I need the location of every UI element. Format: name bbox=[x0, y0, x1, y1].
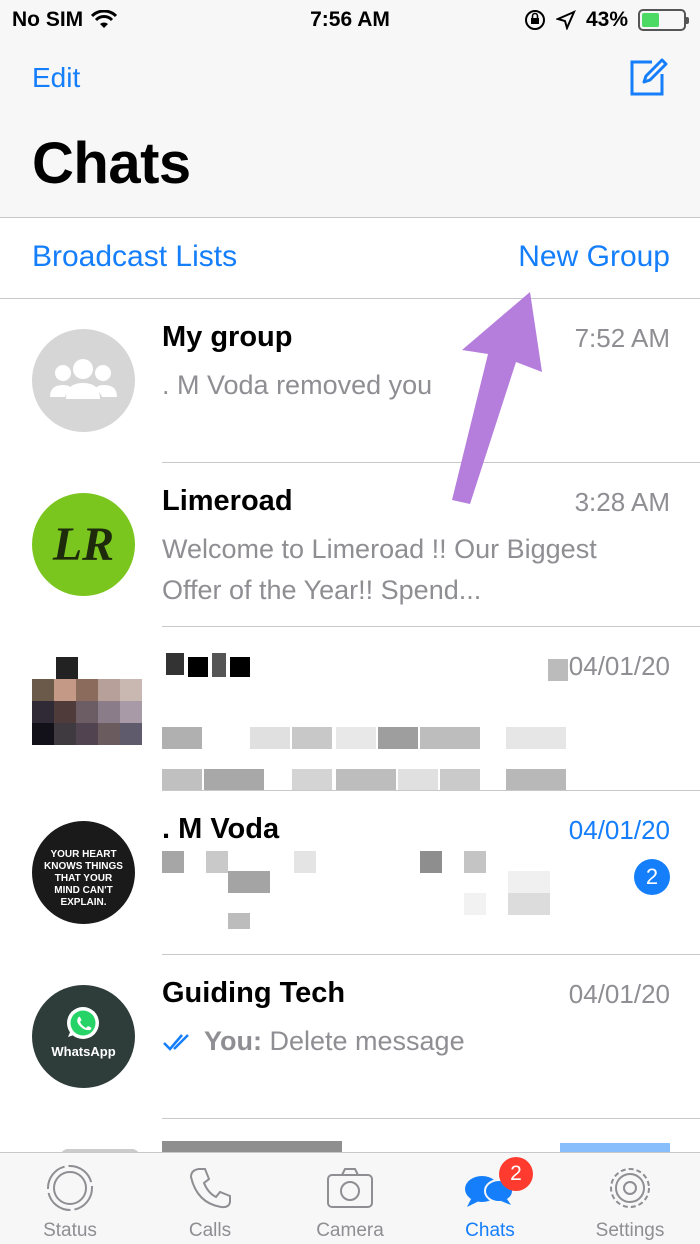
group-icon bbox=[50, 359, 117, 399]
limeroad-logo: LR bbox=[52, 518, 115, 571]
status-right: 43% bbox=[524, 8, 689, 32]
chat-time: 04/01/20 bbox=[568, 979, 670, 1009]
blurred-time-prefix bbox=[548, 659, 568, 681]
phone-icon bbox=[189, 1168, 231, 1209]
tab-label: Status bbox=[43, 1220, 97, 1241]
tab-camera[interactable]: Camera bbox=[280, 1153, 420, 1244]
battery-percent: 43% bbox=[585, 8, 628, 31]
blurred-preview bbox=[162, 727, 582, 797]
compose-icon[interactable] bbox=[626, 56, 670, 100]
whatsapp-avatar: WhatsApp bbox=[32, 985, 135, 1088]
chat-name: . M Voda bbox=[162, 813, 280, 845]
chat-preview: You: Delete message bbox=[162, 1021, 622, 1062]
gear-icon bbox=[610, 1168, 650, 1208]
whatsapp-label: WhatsApp bbox=[51, 1044, 116, 1059]
broadcast-lists-link[interactable]: Broadcast Lists bbox=[32, 240, 237, 274]
chat-row-limeroad[interactable]: LR Limeroad 3:28 AM Welcome to Limeroad … bbox=[0, 463, 700, 627]
chat-row-blurred[interactable]: 04/01/20 bbox=[0, 627, 700, 791]
annotation-arrow bbox=[452, 292, 542, 504]
new-group-link[interactable]: New Group bbox=[518, 240, 670, 274]
partial-chat-row bbox=[0, 1127, 700, 1153]
quote-text: YOUR HEART KNOWS THINGS THAT YOUR MIND C… bbox=[44, 849, 123, 908]
chat-list: My group 7:52 AM . M Voda removed you LR… bbox=[0, 299, 700, 1119]
unread-badge: 2 bbox=[634, 859, 670, 895]
chat-time: 04/01/20 bbox=[568, 815, 670, 845]
status-icon bbox=[47, 1165, 93, 1211]
chat-row-my-group[interactable]: My group 7:52 AM . M Voda removed you bbox=[0, 299, 700, 463]
blurred-avatar bbox=[32, 657, 144, 769]
tab-label: Camera bbox=[316, 1220, 384, 1241]
chat-name: Guiding Tech bbox=[162, 977, 346, 1009]
chat-name: Limeroad bbox=[162, 485, 293, 517]
double-check-icon bbox=[163, 1033, 189, 1051]
whatsapp-logo-icon bbox=[67, 1007, 99, 1039]
links-row: Broadcast Lists New Group bbox=[0, 218, 700, 299]
preview-message: Delete message bbox=[261, 1026, 465, 1056]
group-avatar bbox=[32, 329, 135, 432]
tab-label: Settings bbox=[595, 1220, 665, 1241]
page-title: Chats bbox=[32, 131, 191, 196]
quote-avatar: YOUR HEART KNOWS THINGS THAT YOUR MIND C… bbox=[32, 821, 135, 924]
chat-name: My group bbox=[162, 321, 293, 353]
separator bbox=[162, 1118, 700, 1119]
tab-label: Chats bbox=[465, 1220, 515, 1241]
edit-button[interactable]: Edit bbox=[32, 62, 80, 94]
status-bar: No SIM 7:56 AM 43% bbox=[0, 0, 700, 40]
orientation-lock-icon bbox=[524, 10, 545, 30]
blurred-name bbox=[162, 653, 254, 679]
blurred-preview bbox=[162, 851, 602, 941]
tab-chats[interactable]: 2 Chats bbox=[420, 1153, 560, 1244]
limeroad-avatar: LR bbox=[32, 493, 135, 596]
tab-calls[interactable]: Calls bbox=[140, 1153, 280, 1244]
chats-badge: 2 bbox=[499, 1157, 533, 1191]
chat-row-m-voda[interactable]: YOUR HEART KNOWS THINGS THAT YOUR MIND C… bbox=[0, 791, 700, 955]
tab-label: Calls bbox=[188, 1220, 232, 1241]
chat-row-guiding-tech[interactable]: WhatsApp Guiding Tech 04/01/20 You: Dele… bbox=[0, 955, 700, 1119]
tab-bar: Status Calls Camera 2 Chats Settings bbox=[0, 1152, 700, 1244]
chat-time: 04/01/20 bbox=[568, 651, 670, 681]
location-icon bbox=[555, 10, 576, 30]
camera-icon bbox=[327, 1168, 373, 1208]
preview-sender: You: bbox=[204, 1026, 262, 1056]
tab-settings[interactable]: Settings bbox=[560, 1153, 700, 1244]
battery-icon bbox=[638, 9, 689, 31]
chat-preview: Welcome to Limeroad !! Our Biggest Offer… bbox=[162, 534, 597, 605]
nav-header: Edit Chats bbox=[0, 40, 700, 218]
battery-fill bbox=[642, 13, 659, 27]
tab-status[interactable]: Status bbox=[0, 1153, 140, 1244]
